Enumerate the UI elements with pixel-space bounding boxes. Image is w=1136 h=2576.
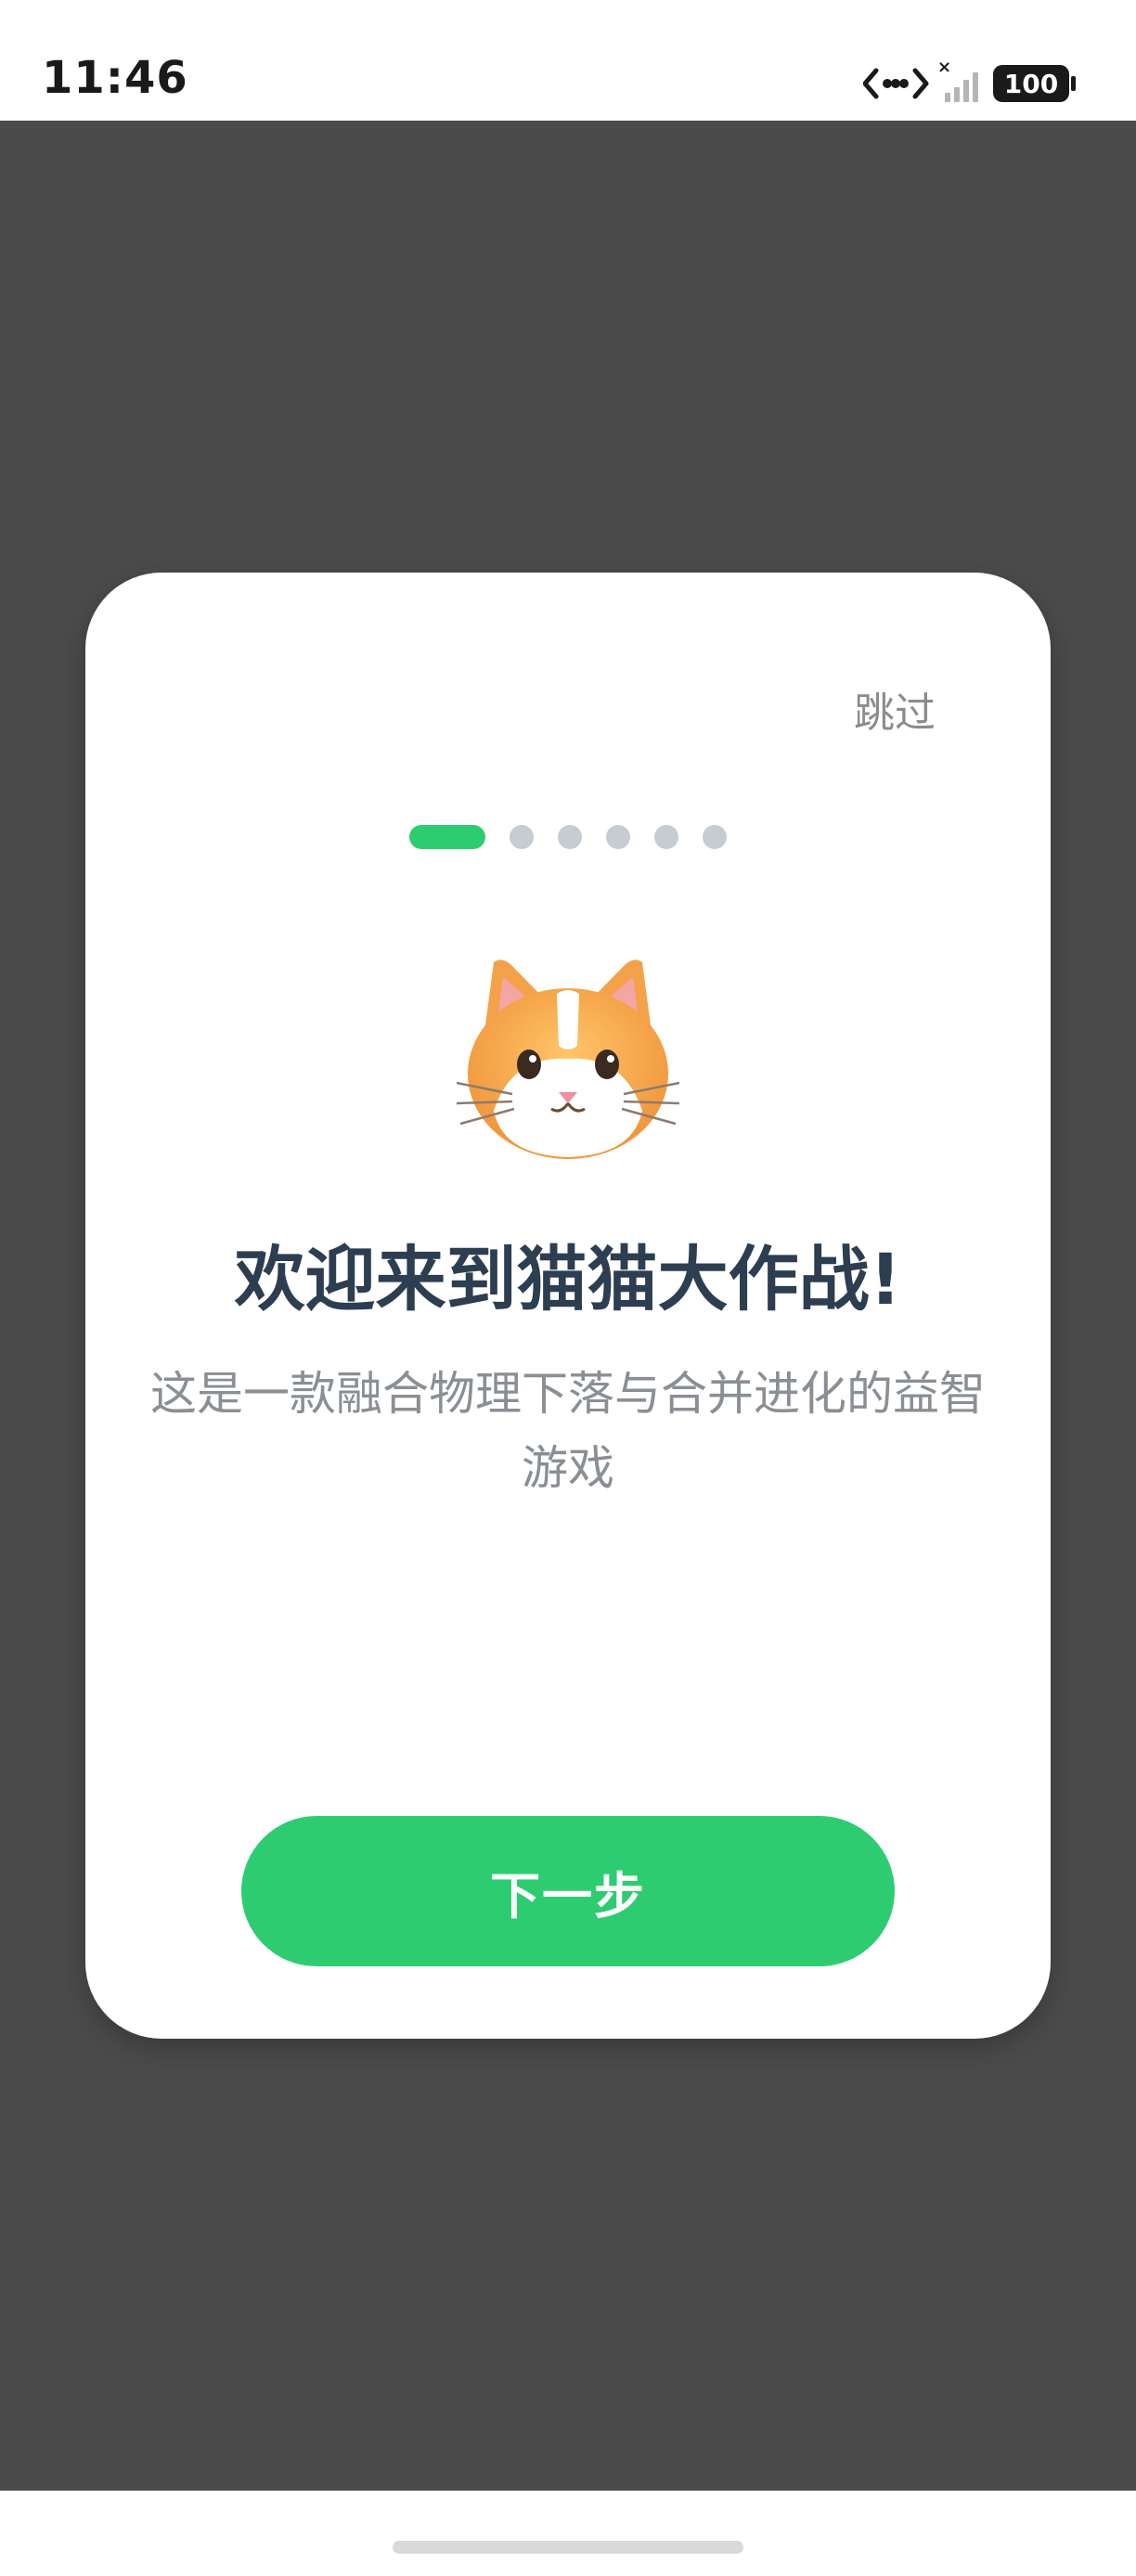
page-dot — [654, 825, 678, 849]
status-bar: 11:46 × 100 — [0, 0, 1136, 121]
dialog-title: 欢迎来到猫猫大作战! — [234, 1238, 902, 1320]
next-button[interactable]: 下一步 — [241, 1816, 895, 1966]
page-dot — [558, 825, 582, 849]
data-transfer-icon — [863, 68, 929, 99]
onboarding-dialog: 跳过 欢迎来到猫猫大作战! 这是一款融合物理下落与合并进化的益智游戏 下一步 — [85, 573, 1051, 2039]
status-icons: × 100 — [863, 56, 1095, 111]
page-dot — [606, 825, 630, 849]
navigation-bar — [0, 2491, 1136, 2576]
skip-button[interactable]: 跳过 — [854, 679, 936, 739]
battery-level: 100 — [1003, 68, 1059, 99]
status-time: 11:46 — [42, 52, 188, 104]
page-dot — [703, 825, 727, 849]
page-dot — [510, 825, 534, 849]
home-indicator[interactable] — [393, 2541, 743, 2554]
dialog-description: 这是一款融合物理下落与合并进化的益智游戏 — [150, 1367, 986, 1495]
cat-face-icon — [456, 944, 680, 1166]
pagination-dots — [85, 823, 1051, 851]
signal-icon: × — [937, 58, 978, 102]
page-dot-active — [409, 825, 485, 849]
svg-text:×: × — [937, 58, 951, 77]
